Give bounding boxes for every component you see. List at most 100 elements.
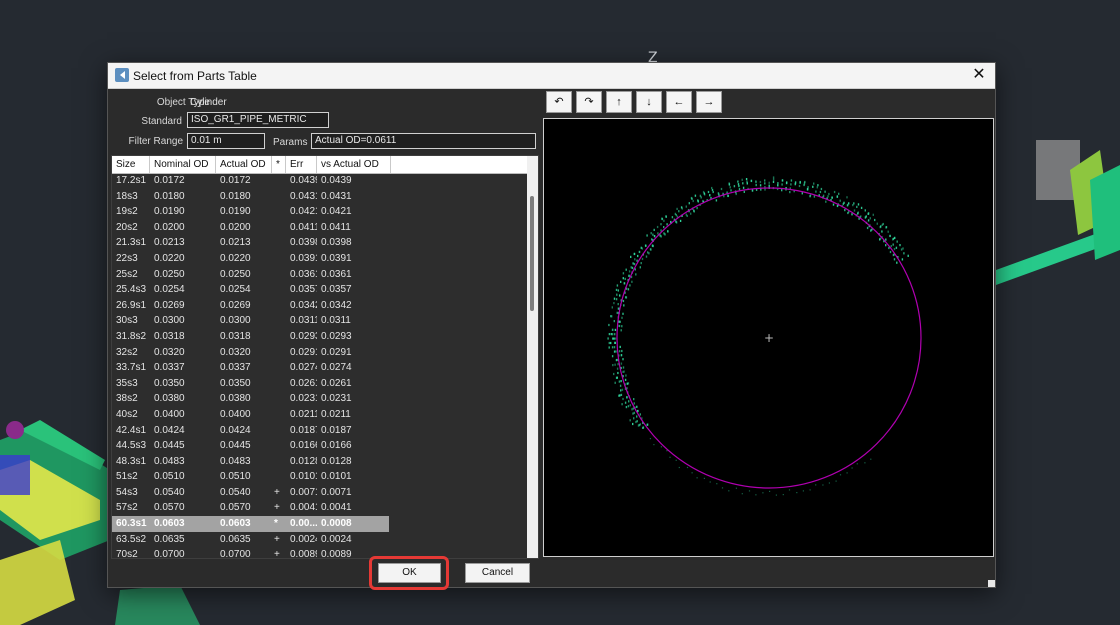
table-cell (272, 423, 286, 439)
table-cell: 63.5s2 (116, 533, 147, 545)
table-row[interactable]: 54s3 0.0540 0.0540 +0.0071 0.0071 (112, 485, 527, 501)
table-row[interactable]: 22s3 0.0220 0.0220 0.0391 0.0391 (112, 251, 527, 267)
table-cell: 0.0391 (290, 252, 317, 264)
table-cell: 0.0411 (290, 221, 317, 233)
table-row[interactable]: 25s2 0.0250 0.0250 0.0361 0.0361 (112, 267, 527, 283)
point-cloud-point (709, 194, 711, 197)
rotate-cw-icon[interactable]: ↷ (576, 91, 602, 113)
table-row[interactable]: 48.3s1 0.0483 0.0483 0.0128 0.0128 (112, 454, 527, 470)
point-cloud-point (781, 183, 783, 186)
point-cloud-point (851, 467, 853, 469)
table-cell: 0.0024 (290, 533, 317, 545)
point-cloud-point (893, 248, 896, 251)
table-cell: 0.0400 (154, 408, 185, 420)
point-cloud-point (611, 306, 613, 309)
point-cloud-point (772, 178, 775, 181)
point-cloud-point (637, 424, 640, 427)
table-cell: 0.0424 (154, 424, 185, 436)
table-row[interactable]: 33.7s1 0.0337 0.0337 0.0274 0.0274 (112, 360, 527, 376)
table-cell: 0.0187 (321, 424, 352, 436)
column-header[interactable]: Size (112, 156, 150, 173)
table-row[interactable]: 51s2 0.0510 0.0510 0.0101 0.0101 (112, 469, 527, 485)
table-row[interactable]: 42.4s1 0.0424 0.0424 0.0187 0.0187 (112, 423, 527, 439)
table-row[interactable]: 21.3s1 0.0213 0.0213 0.0398 0.0398 (112, 235, 527, 251)
table-row[interactable]: 35s3 0.0350 0.0350 0.0261 0.0261 (112, 376, 527, 392)
close-icon[interactable]: ✕ (969, 65, 989, 85)
point-cloud-point (853, 209, 856, 212)
column-header[interactable]: Err (286, 156, 317, 173)
point-cloud-point (874, 218, 876, 222)
table-cell: 0.0220 (154, 252, 185, 264)
table-row[interactable]: 70s20.07000.0700+0.00890.0089 (112, 547, 527, 559)
table-row[interactable]: 26.9s1 0.0269 0.0269 0.0342 0.0342 (112, 298, 527, 314)
table-row[interactable]: 60.3s1 0.0603 0.0603 * 0.00... 0.0008 (112, 516, 389, 532)
standard-field[interactable]: ISO_GR1_PIPE_METRIC (187, 112, 329, 128)
column-header[interactable]: * (272, 156, 286, 173)
point-cloud-point (639, 413, 641, 416)
preview-canvas: + (607, 176, 922, 496)
table-row[interactable]: 18s3 0.0180 0.0180 0.0431 0.0431 (112, 189, 527, 205)
point-cloud-point (815, 190, 817, 193)
filter-range-field[interactable]: 0.01 m (187, 133, 265, 149)
arrow-left-icon[interactable]: ← (666, 91, 692, 113)
point-cloud-point (613, 302, 615, 305)
table-cell: 0.0391 (321, 252, 352, 264)
column-header[interactable]: Nominal OD (150, 156, 216, 173)
table-cell (272, 173, 286, 189)
point-cloud-point (660, 223, 662, 226)
point-cloud-point (631, 408, 633, 411)
parts-table-dialog: Select from Parts Table ✕ Object Type Cy… (107, 62, 996, 590)
point-cloud-point (625, 268, 627, 271)
point-cloud-point (880, 225, 882, 228)
point-cloud-point (727, 194, 729, 197)
point-cloud-point (788, 489, 791, 491)
resize-grip[interactable] (988, 580, 995, 587)
cancel-button[interactable]: Cancel (465, 563, 530, 583)
table-row[interactable]: 31.8s2 0.0318 0.0318 0.0293 0.0293 (112, 329, 527, 345)
point-cloud-point (622, 299, 625, 303)
table-row[interactable]: 44.5s3 0.0445 0.0445 0.0166 0.0166 (112, 438, 527, 454)
table-row[interactable]: 25.4s3 0.0254 0.0254 0.0357 0.0357 (112, 282, 527, 298)
arrow-down-icon[interactable]: ↓ (636, 91, 662, 113)
point-cloud-point (621, 388, 624, 391)
point-cloud-point (624, 277, 626, 280)
point-cloud-point (794, 182, 797, 185)
point-cloud-point (835, 480, 837, 482)
arrow-right-icon[interactable]: → (696, 91, 722, 113)
table-row[interactable]: 40s2 0.0400 0.0400 0.0211 0.0211 (112, 407, 527, 423)
table-row[interactable]: 38s2 0.0380 0.0380 0.0231 0.0231 (112, 391, 527, 407)
table-cell: 0.0200 (220, 221, 251, 233)
table-scrollbar[interactable] (527, 156, 538, 558)
table-row[interactable]: 32s2 0.0320 0.0320 0.0291 0.0291 (112, 345, 527, 361)
table-cell: 60.3s1 (116, 518, 147, 530)
table-row[interactable]: 63.5s2 0.0635 0.0635 +0.0024 0.0024 (112, 532, 527, 548)
table-row[interactable]: 17.2s1 0.0172 0.0172 0.0439 0.0439 (112, 173, 527, 189)
point-cloud-point (755, 184, 757, 187)
point-cloud-point (737, 180, 739, 183)
point-cloud-point (848, 202, 850, 205)
table-row[interactable]: 30s3 0.0300 0.0300 0.0311 0.0311 (112, 313, 527, 329)
point-cloud-point (748, 490, 751, 492)
table-cell: 0.0101 (321, 471, 352, 483)
point-cloud-point (728, 490, 730, 492)
point-cloud-point (703, 477, 705, 479)
table-cell: + (274, 549, 280, 559)
point-cloud-point (619, 384, 622, 387)
column-header[interactable]: vs Actual OD (317, 156, 391, 173)
params-field[interactable]: Actual OD=0.0611 (311, 133, 536, 149)
table-row[interactable]: 19s2 0.0190 0.0190 0.0421 0.0421 (112, 204, 527, 220)
table-cell: 0.0342 (290, 299, 317, 311)
table-cell: 0.0337 (220, 362, 251, 374)
point-cloud-point (675, 221, 678, 224)
scrollbar-thumb[interactable] (530, 196, 534, 311)
table-cell: 0.0187 (290, 424, 317, 436)
arrow-up-icon[interactable]: ↑ (606, 91, 632, 113)
table-row[interactable]: 20s2 0.0200 0.0200 0.0411 0.0411 (112, 220, 527, 236)
table-row[interactable]: 57s2 0.0570 0.0570 +0.0041 0.0041 (112, 500, 527, 516)
point-cloud-point (816, 186, 818, 189)
column-header[interactable]: Actual OD (216, 156, 272, 173)
table-cell: 0.0172 (220, 175, 251, 186)
rotate-ccw-icon[interactable]: ↶ (546, 91, 572, 113)
table-cell: 0.0439 (290, 175, 317, 186)
filter-range-label: Filter Range (128, 136, 183, 147)
